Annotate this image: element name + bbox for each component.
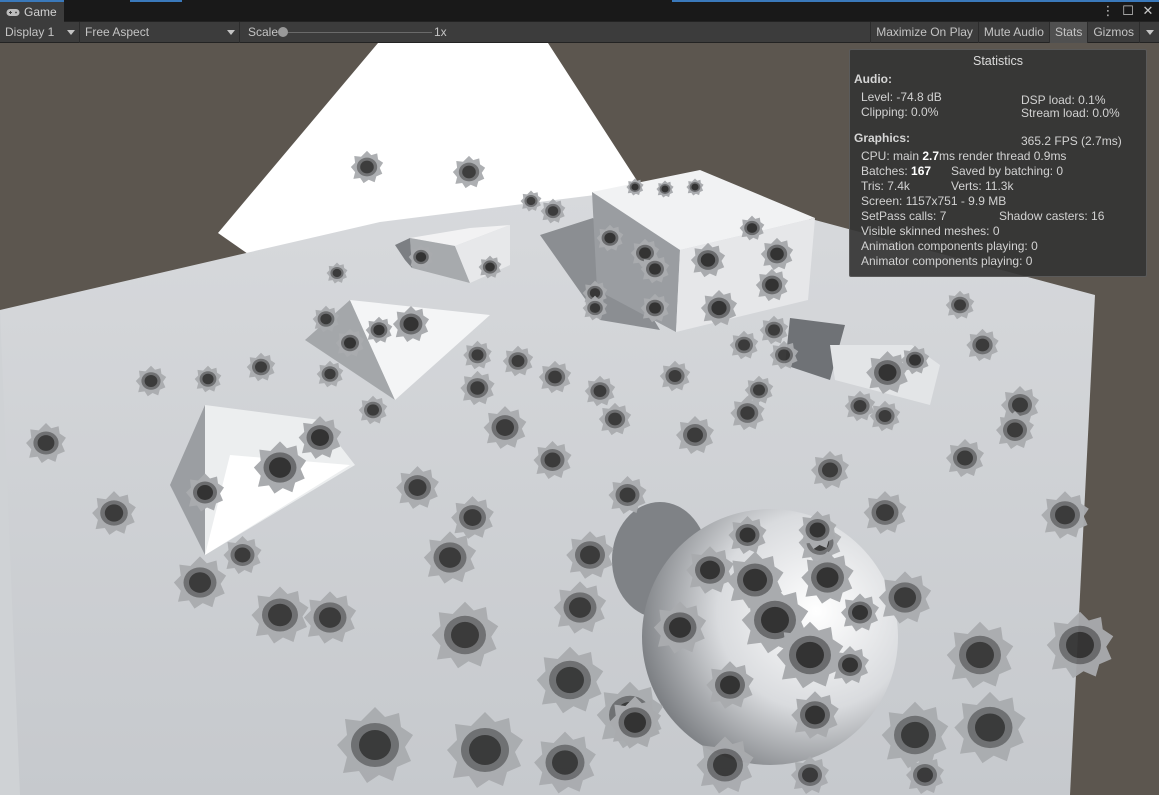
batches-line: Batches: 167 — [861, 164, 931, 178]
dsp-load: DSP load: 0.1% — [1021, 93, 1106, 107]
gizmos-dropdown[interactable] — [1139, 21, 1159, 43]
verts-count: Verts: 11.3k — [951, 179, 1014, 193]
maximize-icon[interactable]: ☐ — [1121, 2, 1135, 20]
display-dropdown-label: Display 1 — [5, 25, 55, 39]
tab-label: Game — [24, 5, 57, 19]
tab-accent-line — [130, 0, 182, 2]
chevron-down-icon — [67, 29, 75, 35]
scale-value: 1x — [434, 24, 447, 39]
close-icon[interactable]: ✕ — [1141, 2, 1155, 20]
scale-slider-group: Scale 1x — [240, 22, 460, 43]
cpu-main-value: 2.7 — [922, 149, 940, 163]
stats-button[interactable]: Stats — [1048, 21, 1088, 43]
animation-components: Animation components playing: 0 — [861, 239, 1038, 253]
tab-bar: Game ⋮ ☐ ✕ — [0, 0, 1159, 22]
audio-level: Level: -74.8 dB — [861, 90, 942, 104]
aspect-dropdown-label: Free Aspect — [85, 25, 150, 39]
kebab-menu-icon[interactable]: ⋮ — [1101, 2, 1115, 20]
saved-by-batching: Saved by batching: 0 — [951, 164, 1064, 178]
chevron-down-icon — [1145, 29, 1154, 35]
cpu-suffix: ms render thread 0.9ms — [939, 149, 1067, 163]
chevron-down-icon — [227, 29, 235, 35]
scale-slider-handle[interactable] — [278, 26, 288, 37]
maximize-on-play-button[interactable]: Maximize On Play — [870, 21, 978, 43]
display-dropdown[interactable]: Display 1 — [0, 21, 80, 43]
scale-label: Scale — [248, 25, 279, 39]
animator-components: Animator components playing: 0 — [861, 254, 1033, 268]
fps-readout: 365.2 FPS (2.7ms) — [1021, 134, 1122, 148]
audio-clipping: Clipping: 0.0% — [861, 105, 939, 119]
mute-audio-button[interactable]: Mute Audio — [977, 21, 1049, 43]
cpu-prefix: CPU: main — [861, 149, 923, 163]
aspect-dropdown[interactable]: Free Aspect — [80, 21, 240, 43]
game-toolbar: Display 1 Free Aspect Scale 1x Maximize … — [0, 21, 1159, 43]
tab-accent-line-right — [672, 0, 1159, 2]
scale-slider-track[interactable] — [284, 31, 432, 33]
audio-section-header: Audio: — [854, 72, 892, 86]
statistics-title: Statistics — [972, 54, 1023, 68]
shadow-casters: Shadow casters: 16 — [999, 209, 1105, 223]
gamepad-icon — [6, 8, 20, 17]
tris-count: Tris: 7.4k — [861, 179, 910, 193]
stream-load: Stream load: 0.0% — [1021, 106, 1120, 120]
statistics-panel: Statistics Audio: Level: -74.8 dB DSP lo… — [849, 49, 1147, 277]
setpass-calls: SetPass calls: 7 — [861, 209, 947, 223]
tab-game[interactable]: Game — [0, 0, 64, 22]
visible-skinned-meshes: Visible skinned meshes: 0 — [861, 224, 1000, 238]
screen-info: Screen: 1157x751 - 9.9 MB — [861, 194, 1007, 208]
window-controls: ⋮ ☐ ✕ — [1101, 2, 1155, 20]
batches-prefix: Batches: — [861, 164, 912, 178]
batches-value: 167 — [911, 164, 932, 178]
cpu-line: CPU: main 2.7ms render thread 0.9ms — [861, 149, 1066, 163]
graphics-section-header: Graphics: — [854, 131, 911, 145]
gizmos-button[interactable]: Gizmos — [1087, 21, 1139, 43]
